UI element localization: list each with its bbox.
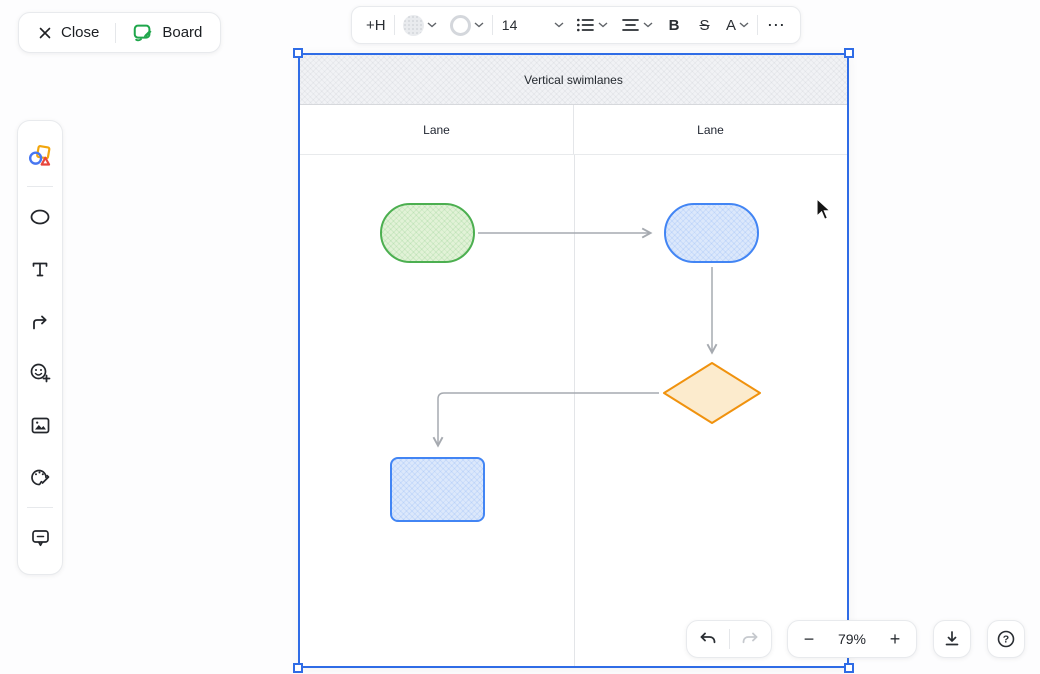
stroke-color-button[interactable] bbox=[446, 11, 488, 39]
window-header: Close Board bbox=[18, 12, 221, 53]
divider bbox=[757, 15, 758, 35]
download-icon bbox=[943, 630, 961, 648]
text-color-button[interactable]: A bbox=[722, 11, 753, 39]
draw-tool-icon bbox=[29, 466, 51, 488]
svg-text:?: ? bbox=[1003, 634, 1009, 646]
close-label: Close bbox=[61, 24, 99, 41]
strikethrough-button[interactable]: S bbox=[692, 11, 718, 39]
shapes-library-button[interactable] bbox=[24, 140, 56, 172]
history-controls bbox=[686, 620, 772, 658]
help-button[interactable]: ? bbox=[987, 620, 1025, 658]
zoom-out-button[interactable]: − bbox=[798, 629, 820, 650]
ellipse-tool-button[interactable] bbox=[24, 201, 56, 233]
process-node[interactable] bbox=[664, 203, 759, 263]
text-tool-button[interactable] bbox=[24, 253, 56, 285]
emoji-add-button[interactable] bbox=[24, 357, 56, 389]
fill-color-button[interactable] bbox=[399, 11, 441, 39]
redo-icon bbox=[741, 631, 759, 647]
comment-tool-icon bbox=[30, 528, 51, 548]
chevron-down-icon bbox=[427, 22, 437, 28]
text-tool-icon bbox=[30, 259, 50, 279]
image-tool-button[interactable] bbox=[24, 409, 56, 441]
divider bbox=[115, 23, 116, 43]
add-heading-button[interactable]: +H bbox=[362, 11, 390, 39]
lane-divider-line bbox=[574, 155, 575, 666]
swimlane-board[interactable]: Vertical swimlanes Lane Lane bbox=[298, 53, 849, 668]
bold-button[interactable]: B bbox=[661, 11, 687, 39]
comment-tool-button[interactable] bbox=[24, 522, 56, 554]
connector-tool-button[interactable] bbox=[24, 305, 56, 337]
emoji-add-icon bbox=[29, 362, 51, 384]
connector-tool-icon bbox=[30, 311, 51, 332]
zoom-controls: − 79% + bbox=[787, 620, 917, 658]
strikethrough-label: S bbox=[700, 17, 710, 34]
divider bbox=[729, 629, 730, 649]
list-style-button[interactable] bbox=[572, 11, 612, 39]
text-align-button[interactable] bbox=[617, 11, 657, 39]
lane-header-1[interactable]: Lane bbox=[300, 105, 573, 154]
bold-label: B bbox=[669, 17, 680, 34]
board-icon bbox=[132, 22, 154, 44]
chevron-down-icon bbox=[643, 22, 653, 28]
chevron-down-icon bbox=[598, 22, 608, 28]
bullet-list-icon bbox=[576, 17, 595, 33]
stroke-color-swatch-icon bbox=[450, 15, 471, 36]
font-size-select[interactable]: 14 bbox=[498, 11, 568, 39]
image-tool-icon bbox=[30, 416, 51, 435]
close-button[interactable]: Close bbox=[25, 16, 111, 49]
start-node[interactable] bbox=[380, 203, 475, 263]
divider bbox=[27, 507, 53, 508]
chevron-down-icon bbox=[739, 22, 749, 28]
swimlane-titlebar[interactable]: Vertical swimlanes bbox=[300, 55, 847, 105]
lane-2-label: Lane bbox=[697, 123, 724, 137]
more-options-button[interactable]: ⋯ bbox=[763, 11, 790, 39]
board-button[interactable]: Board bbox=[120, 16, 214, 49]
more-options-label: ⋯ bbox=[767, 15, 786, 36]
zoom-level: 79% bbox=[838, 631, 866, 647]
board-label: Board bbox=[162, 24, 202, 41]
ellipse-tool-icon bbox=[29, 207, 51, 227]
tools-sidebar bbox=[17, 120, 63, 575]
selection-handle-bottom-left[interactable] bbox=[293, 663, 303, 673]
shapes-library-icon bbox=[28, 144, 52, 168]
draw-tool-button[interactable] bbox=[24, 461, 56, 493]
task-node[interactable] bbox=[390, 457, 485, 522]
divider bbox=[394, 15, 395, 35]
chevron-down-icon bbox=[474, 22, 484, 28]
lane-header-2[interactable]: Lane bbox=[573, 105, 847, 154]
selection-handle-bottom-right[interactable] bbox=[844, 663, 854, 673]
download-button[interactable] bbox=[933, 620, 971, 658]
lane-headers-row: Lane Lane bbox=[300, 105, 847, 155]
undo-icon bbox=[699, 631, 717, 647]
divider bbox=[27, 186, 53, 187]
swimlane-title: Vertical swimlanes bbox=[524, 73, 623, 87]
selection-handle-top-right[interactable] bbox=[844, 48, 854, 58]
redo-button[interactable] bbox=[735, 624, 765, 654]
lane-1-label: Lane bbox=[423, 123, 450, 137]
font-size-value: 14 bbox=[502, 17, 518, 33]
help-icon: ? bbox=[996, 629, 1016, 649]
text-color-label: A bbox=[726, 17, 736, 34]
chevron-down-icon bbox=[554, 22, 564, 28]
close-icon bbox=[37, 25, 53, 41]
align-center-icon bbox=[621, 17, 640, 33]
add-heading-label: +H bbox=[366, 17, 386, 34]
zoom-in-button[interactable]: + bbox=[884, 629, 906, 650]
fill-color-swatch-icon bbox=[403, 15, 424, 36]
divider bbox=[492, 15, 493, 35]
undo-button[interactable] bbox=[693, 624, 723, 654]
selection-handle-top-left[interactable] bbox=[293, 48, 303, 58]
format-toolbar: +H 14 bbox=[351, 6, 801, 44]
